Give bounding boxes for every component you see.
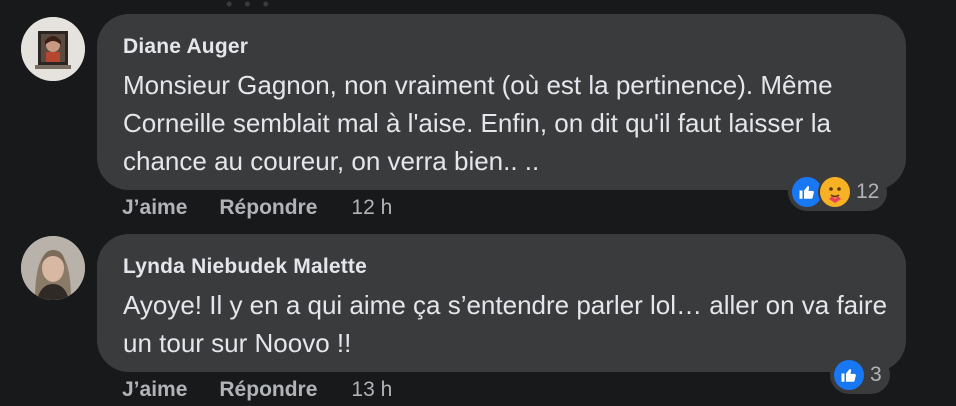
comment-author[interactable]: Lynda Niebudek Malette [123, 255, 367, 279]
overflow-indicator: ••• [226, 0, 281, 14]
reaction-summary[interactable]: 3 [830, 356, 890, 394]
avatar[interactable] [21, 236, 85, 300]
reply-button[interactable]: Répondre [219, 378, 317, 402]
comment-text: Ayoye! Il y en a qui aime ça s’entendre … [123, 290, 888, 358]
care-icon [818, 175, 852, 209]
reaction-count: 12 [856, 180, 880, 203]
comment-text: Monsieur Gagnon, non vraiment (où est la… [123, 70, 833, 176]
reaction-summary[interactable]: 12 [788, 173, 888, 211]
comment-author[interactable]: Diane Auger [123, 35, 248, 59]
reaction-count: 3 [870, 363, 882, 386]
comment-timestamp[interactable]: 12 h [351, 196, 392, 220]
like-icon [832, 358, 866, 392]
like-button[interactable]: J’aime [122, 196, 187, 220]
comment-timestamp[interactable]: 13 h [351, 378, 392, 402]
comment-bubble: Diane Auger Monsieur Gagnon, non vraimen… [97, 14, 906, 190]
reply-button[interactable]: Répondre [219, 196, 317, 220]
avatar[interactable] [21, 17, 85, 81]
comment-actions: J’aime Répondre 12 h [122, 196, 392, 220]
avatar-image [21, 236, 85, 300]
comment-bubble: Lynda Niebudek Malette Ayoye! Il y en a … [97, 234, 906, 372]
comment-actions: J’aime Répondre 13 h [122, 378, 392, 402]
like-button[interactable]: J’aime [122, 378, 187, 402]
avatar-image [21, 17, 85, 81]
